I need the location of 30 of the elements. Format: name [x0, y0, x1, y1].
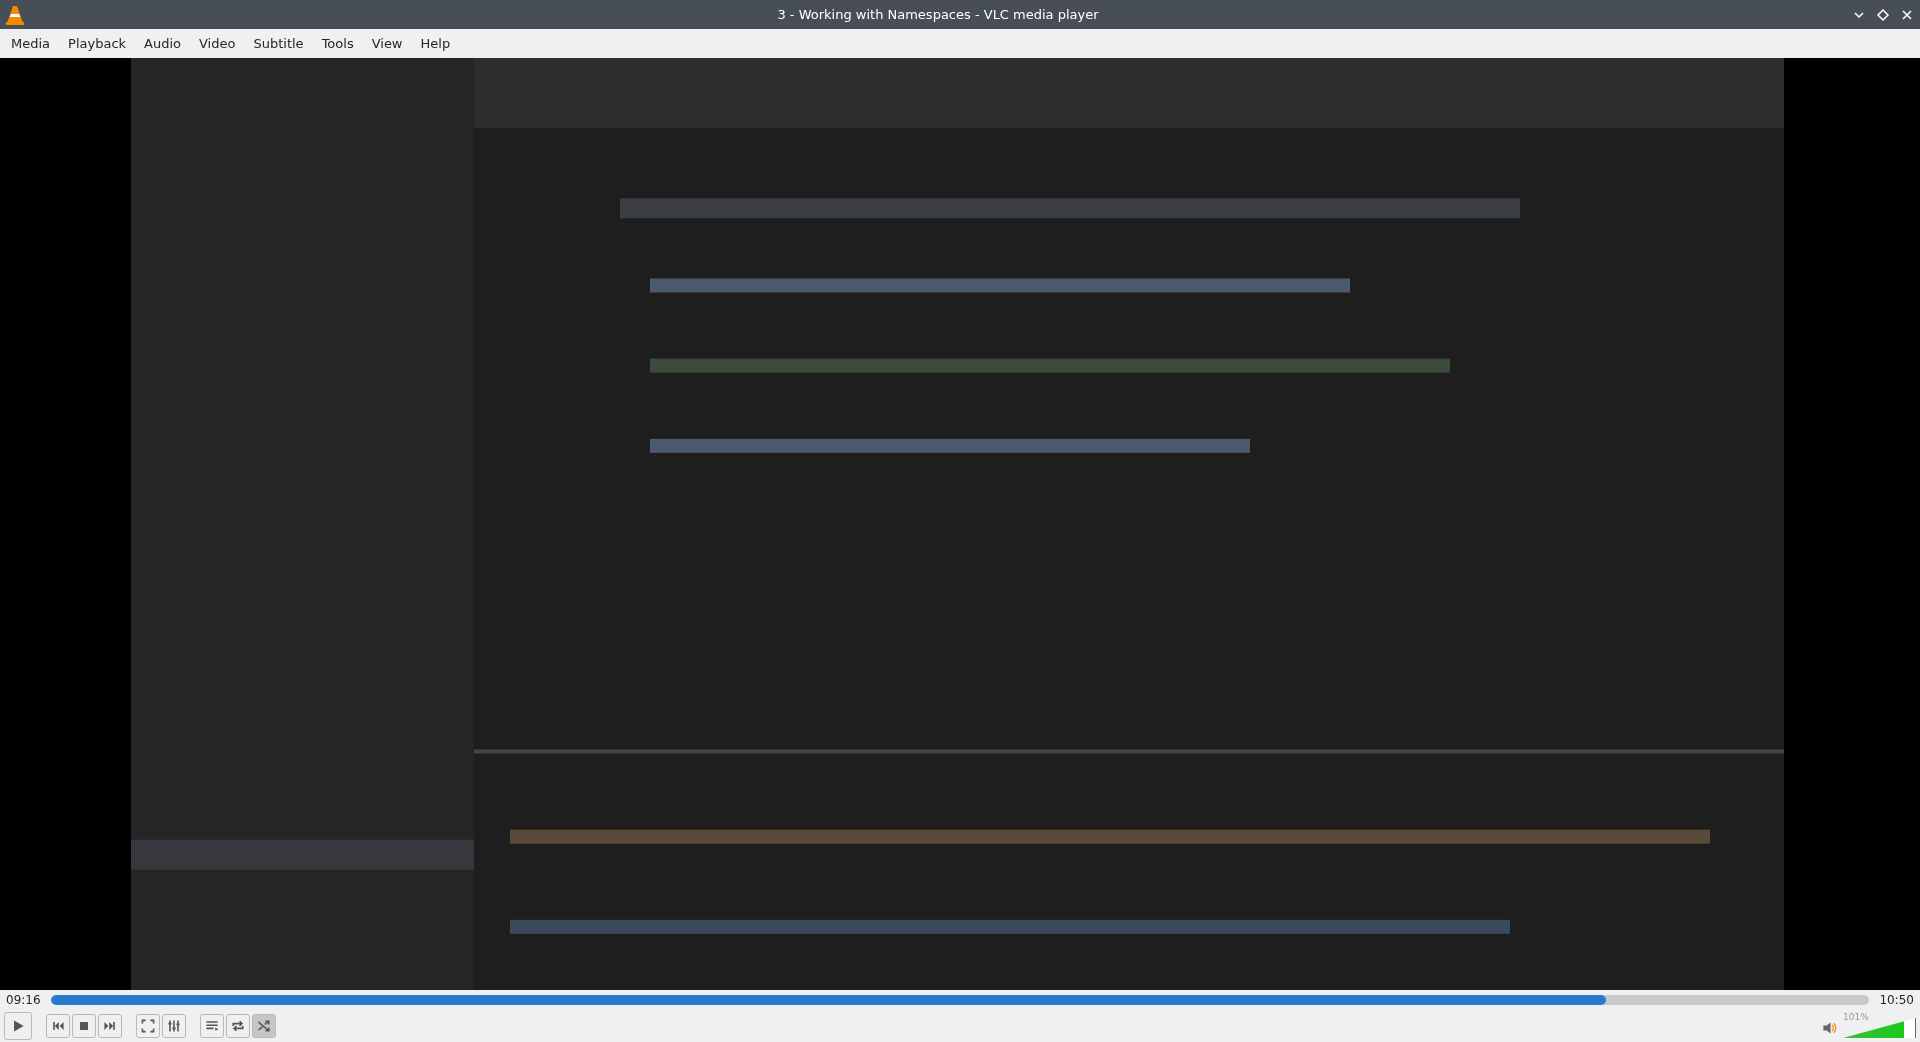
playlist-button[interactable] — [200, 1014, 224, 1038]
menu-item[interactable]: View — [362, 32, 412, 55]
speaker-icon[interactable] — [1821, 1020, 1837, 1036]
menu-item[interactable]: Audio — [135, 32, 190, 55]
menu-item[interactable]: Tools — [312, 32, 363, 55]
loop-button[interactable] — [226, 1014, 250, 1038]
play-button[interactable] — [4, 1012, 32, 1040]
elapsed-time: 09:16 — [6, 993, 41, 1007]
total-time: 10:50 — [1879, 993, 1914, 1007]
window-title: 3 - Working with Namespaces - VLC media player — [776, 7, 1100, 22]
vlc-cone-icon — [6, 4, 24, 25]
volume-reading: 101% — [1843, 1012, 1869, 1022]
stop-button[interactable] — [72, 1014, 96, 1038]
shuffle-icon — [256, 1018, 272, 1034]
menu-item[interactable]: Playback — [59, 32, 136, 55]
menu-item[interactable]: Media — [2, 32, 60, 55]
sliders-icon — [166, 1018, 182, 1034]
equalizer-button[interactable] — [162, 1014, 186, 1038]
loop-icon — [230, 1018, 246, 1034]
menu-item[interactable]: Subtitle — [244, 32, 313, 55]
next-button[interactable] — [98, 1014, 122, 1038]
playlist-icon — [204, 1018, 220, 1034]
menu-item[interactable]: Video — [190, 32, 245, 55]
menu-item[interactable]: Help — [411, 32, 460, 55]
fullscreen-icon — [140, 1018, 156, 1034]
previous-button[interactable] — [46, 1014, 70, 1038]
maximize-icon[interactable] — [1876, 7, 1890, 22]
close-icon[interactable] — [1900, 7, 1914, 22]
fullscreen-button[interactable] — [136, 1014, 160, 1038]
shuffle-button[interactable] — [252, 1014, 276, 1038]
